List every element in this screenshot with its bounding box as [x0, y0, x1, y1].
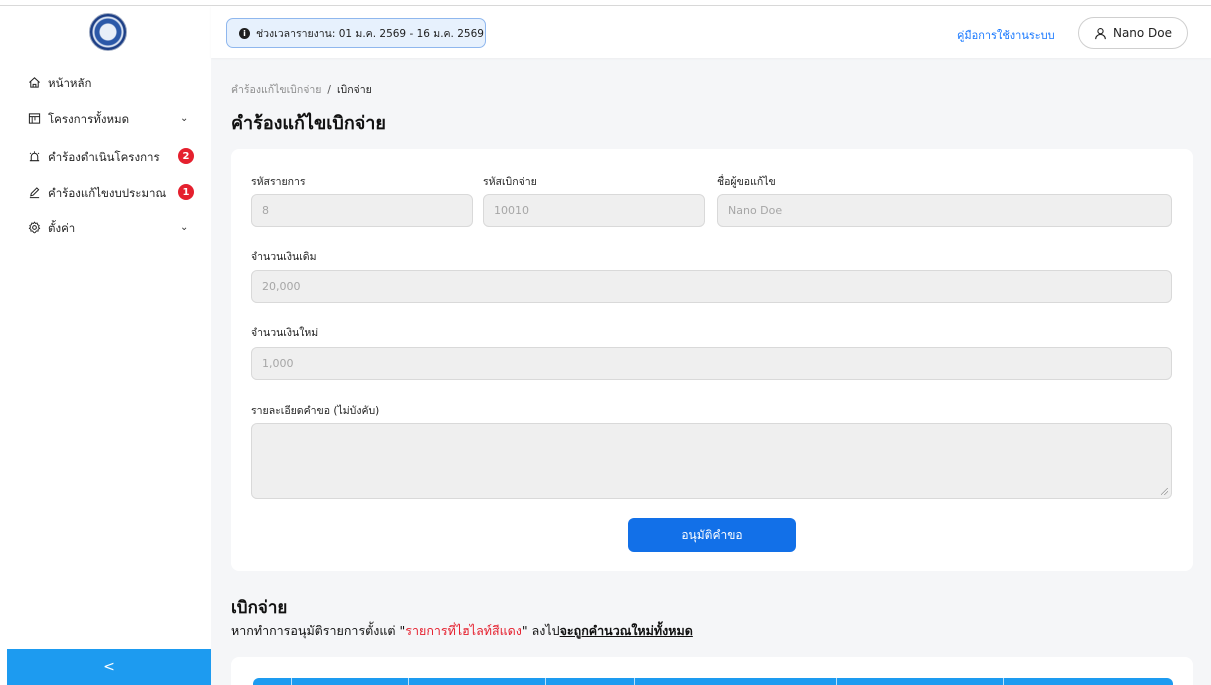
approve-request-button[interactable]: อนุมัติคำขอ	[628, 518, 796, 552]
table-column-divider	[545, 678, 546, 685]
projects-icon	[28, 113, 41, 124]
disbursement-table-card	[231, 657, 1193, 685]
home-icon	[29, 77, 40, 88]
item-code-label: รหัสรายการ	[251, 176, 306, 188]
table-column-divider	[634, 678, 635, 685]
top-header: i ช่วงเวลารายงาน: 01 ม.ค. 2569 - 16 ม.ค.…	[211, 6, 1211, 58]
chevron-down-icon: ⌄	[180, 222, 189, 233]
original-amount-field[interactable]: 20,000	[251, 270, 1172, 303]
breadcrumb-parent-link[interactable]: คำร้องแก้ไขเบิกจ่าย	[231, 84, 321, 96]
page-title: คำร้องแก้ไขเบิกจ่าย	[231, 113, 386, 134]
sidebar-item-settings[interactable]: ตั้งค่า ⌄	[0, 211, 211, 245]
sidebar-item-label: โครงการทั้งหมด	[48, 112, 130, 126]
request-details-label: รายละเอียดคำขอ (ไม่บังคับ)	[251, 405, 380, 417]
disbursement-section-title: เบิกจ่าย	[231, 598, 288, 618]
new-amount-label: จำนวนเงินใหม่	[251, 327, 319, 339]
edit-icon	[29, 187, 40, 199]
note-prefix: หากทำการอนุมัติรายการตั้งแต่ "	[231, 623, 406, 638]
sidebar-item-label: คำร้องดำเนินโครงการ	[48, 150, 160, 164]
edit-request-form-card: รหัสรายการ 8 รหัสเบิกจ่าย 10010 ชื่อผู้ข…	[231, 149, 1193, 571]
sidebar-item-home[interactable]: หน้าหลัก	[0, 66, 211, 100]
user-manual-link[interactable]: คู่มือการใช้งานระบบ	[957, 26, 1055, 44]
chevron-left-icon: <	[103, 659, 115, 675]
report-period-banner: i ช่วงเวลารายงาน: 01 ม.ค. 2569 - 16 ม.ค.…	[226, 18, 486, 48]
breadcrumb-separator: /	[327, 84, 331, 96]
note-emphasis: จะถูกคำนวณใหม่ทั้งหมด	[559, 623, 693, 638]
user-menu-button[interactable]: Nano Doe	[1078, 17, 1188, 49]
alarm-icon	[29, 151, 40, 162]
sidebar: หน้าหลัก โครงการทั้งหมด ⌄ คำร้องดำเนินโค…	[0, 6, 211, 685]
notification-badge: 2	[178, 148, 194, 164]
sidebar-item-budget-edit-requests[interactable]: คำร้องแก้ไขงบประมาณ 1	[0, 176, 211, 210]
disbursement-table-header	[253, 678, 1173, 685]
organization-logo	[89, 13, 127, 51]
breadcrumb: คำร้องแก้ไขเบิกจ่าย / เบิกจ่าย	[231, 81, 372, 98]
request-details-textarea[interactable]	[251, 423, 1172, 499]
note-highlight-red: รายการที่ไฮไลท์สีแดง	[405, 623, 522, 638]
chevron-down-icon: ⌄	[180, 113, 189, 124]
requester-name-label: ชื่อผู้ขอแก้ไข	[717, 176, 776, 188]
report-period-text: ช่วงเวลารายงาน: 01 ม.ค. 2569 - 16 ม.ค. 2…	[256, 27, 484, 40]
sidebar-item-project-requests[interactable]: คำร้องดำเนินโครงการ 2	[0, 140, 211, 174]
note-middle: " ลงไป	[521, 623, 560, 638]
breadcrumb-current: เบิกจ่าย	[336, 84, 372, 96]
item-code-field[interactable]: 8	[251, 194, 473, 227]
disbursement-warning-note: หากทำการอนุมัติรายการตั้งแต่ "รายการที่ไ…	[231, 621, 693, 641]
gear-icon	[28, 221, 41, 234]
user-icon	[1095, 27, 1106, 39]
table-column-divider	[408, 678, 409, 685]
disbursement-code-label: รหัสเบิกจ่าย	[483, 176, 537, 188]
original-amount-label: จำนวนเงินเดิม	[251, 251, 317, 263]
sidebar-item-label: หน้าหลัก	[48, 76, 92, 90]
sidebar-item-projects[interactable]: โครงการทั้งหมด ⌄	[0, 102, 211, 136]
disbursement-code-field[interactable]: 10010	[483, 194, 705, 227]
info-icon: i	[239, 27, 250, 39]
user-name: Nano Doe	[1112, 26, 1173, 40]
requester-name-field[interactable]: Nano Doe	[717, 194, 1172, 227]
table-column-divider	[1003, 678, 1004, 685]
table-column-divider	[291, 678, 292, 685]
new-amount-field[interactable]: 1,000	[251, 347, 1172, 380]
collapse-sidebar-button[interactable]: <	[7, 649, 211, 685]
sidebar-item-label: คำร้องแก้ไขงบประมาณ	[48, 186, 167, 200]
table-column-divider	[836, 678, 837, 685]
sidebar-item-label: ตั้งค่า	[48, 221, 76, 235]
resize-handle-icon[interactable]	[1161, 488, 1168, 495]
notification-badge: 1	[178, 184, 194, 200]
